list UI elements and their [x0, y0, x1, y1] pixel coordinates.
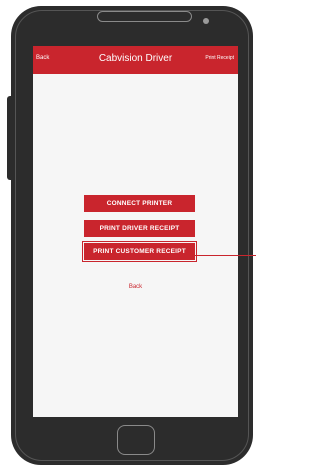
back-link[interactable]: Back [33, 284, 238, 290]
app-screen: Back Cabvision Driver Print Receipt CONN… [33, 46, 238, 417]
speaker-grille [97, 11, 192, 22]
connect-printer-button[interactable]: CONNECT PRINTER [84, 195, 195, 212]
front-camera-icon [203, 18, 209, 24]
home-button[interactable] [117, 425, 155, 455]
print-driver-receipt-button[interactable]: PRINT DRIVER RECEIPT [84, 220, 195, 237]
app-header: Back Cabvision Driver Print Receipt [33, 46, 238, 74]
print-customer-receipt-button[interactable]: PRINT CUSTOMER RECEIPT [82, 241, 197, 262]
annotation-pointer-line [194, 255, 256, 256]
header-print-receipt-button[interactable]: Print Receipt [205, 55, 234, 61]
